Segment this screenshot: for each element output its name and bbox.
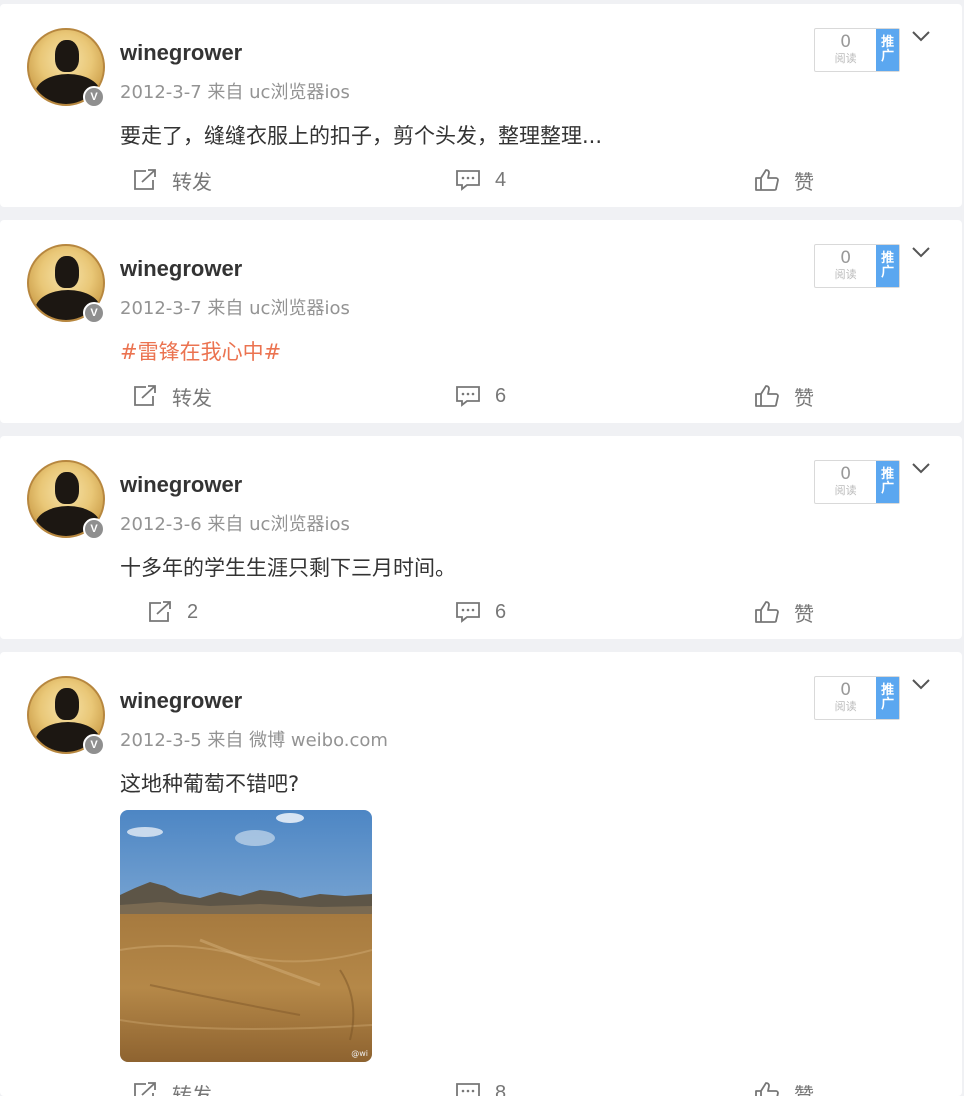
username[interactable]: winegrower: [120, 472, 242, 498]
landscape-photo: [120, 810, 372, 1062]
like-label: 赞: [794, 1084, 814, 1096]
comment-button[interactable]: 6: [455, 378, 506, 414]
comment-icon: [456, 1083, 480, 1096]
forward-label: 转发: [172, 387, 212, 410]
post-photo[interactable]: @wi: [120, 810, 372, 1062]
post-card: V winegrower 2012-3-6 来自 uc浏览器ios 十多年的学生…: [0, 436, 962, 639]
promote-label-top: 推: [881, 251, 895, 266]
read-count-box[interactable]: 0 阅读 推广: [814, 460, 900, 504]
forward-button[interactable]: 转发: [132, 378, 212, 414]
read-count: 0: [840, 32, 852, 52]
promote-label-bottom: 广: [881, 697, 895, 712]
read-label: 阅读: [834, 484, 857, 497]
promote-label-top: 推: [881, 467, 895, 482]
comment-count: 4: [495, 168, 507, 191]
post-actions: 转发 8 赞: [0, 1075, 962, 1096]
promote-label-bottom: 广: [881, 481, 895, 496]
promote-label-bottom: 广: [881, 49, 895, 64]
forward-label: 转发: [172, 171, 212, 194]
post-meta: 2012-3-7 来自 uc浏览器ios: [120, 82, 350, 103]
comment-button[interactable]: 4: [455, 162, 506, 198]
forward-icon: [149, 601, 171, 622]
comment-count: 6: [495, 384, 507, 407]
verified-badge-icon: V: [83, 302, 105, 324]
post-card: V winegrower 2012-3-5 来自 微博 weibo.com 这地…: [0, 652, 962, 1096]
forward-button[interactable]: 2: [147, 594, 198, 630]
post-meta: 2012-3-7 来自 uc浏览器ios: [120, 298, 350, 319]
promote-button[interactable]: 推广: [876, 677, 899, 719]
verified-badge-icon: V: [83, 734, 105, 756]
post-actions: 转发 6 赞: [0, 378, 962, 414]
forward-button[interactable]: 转发: [132, 162, 212, 198]
username[interactable]: winegrower: [120, 40, 242, 66]
forward-icon: [134, 1082, 156, 1096]
username[interactable]: winegrower: [120, 256, 242, 282]
comment-icon: [456, 170, 480, 191]
like-button[interactable]: 赞: [754, 162, 814, 198]
verified-badge-icon: V: [83, 86, 105, 108]
promote-label-top: 推: [881, 683, 895, 698]
verified-badge-icon: V: [83, 518, 105, 540]
like-button[interactable]: 赞: [754, 1075, 814, 1096]
post-text: 这地种葡萄不错吧?: [120, 772, 300, 796]
promote-label-top: 推: [881, 35, 895, 50]
comment-button[interactable]: 8: [455, 1075, 506, 1096]
thumbs-up-icon: [755, 385, 779, 407]
read-count: 0: [840, 680, 852, 700]
forward-button[interactable]: 转发: [132, 1075, 212, 1096]
username[interactable]: winegrower: [120, 688, 242, 714]
read-label: 阅读: [834, 268, 857, 281]
read-count: 0: [840, 464, 852, 484]
read-label: 阅读: [834, 700, 857, 713]
read-label: 阅读: [834, 52, 857, 65]
post-actions: 2 6 赞: [0, 594, 962, 630]
comment-button[interactable]: 6: [455, 594, 506, 630]
chevron-down-icon[interactable]: [910, 28, 932, 44]
forward-icon: [134, 169, 156, 190]
promote-button[interactable]: 推广: [876, 245, 899, 287]
post-meta: 2012-3-6 来自 uc浏览器ios: [120, 514, 350, 535]
like-label: 赞: [794, 603, 814, 626]
chevron-down-icon[interactable]: [910, 676, 932, 692]
like-button[interactable]: 赞: [754, 594, 814, 630]
post-actions: 转发 4 赞: [0, 162, 962, 198]
read-count-box[interactable]: 0 阅读 推广: [814, 244, 900, 288]
read-count-box[interactable]: 0 阅读 推广: [814, 676, 900, 720]
read-count-box[interactable]: 0 阅读 推广: [814, 28, 900, 72]
post-meta: 2012-3-5 来自 微博 weibo.com: [120, 730, 388, 751]
chevron-down-icon[interactable]: [910, 460, 932, 476]
like-label: 赞: [794, 171, 814, 194]
comment-count: 6: [495, 600, 507, 623]
like-button[interactable]: 赞: [754, 378, 814, 414]
comment-count: 8: [495, 1081, 507, 1096]
thumbs-up-icon: [755, 1082, 779, 1096]
promote-button[interactable]: 推广: [876, 461, 899, 503]
read-count: 0: [840, 248, 852, 268]
topic-link[interactable]: #雷锋在我心中#: [120, 336, 281, 366]
thumbs-up-icon: [755, 169, 779, 191]
post-card: V winegrower 2012-3-7 来自 uc浏览器ios 要走了，缝缝…: [0, 4, 962, 207]
forward-label: 转发: [172, 1084, 212, 1096]
promote-label-bottom: 广: [881, 265, 895, 280]
thumbs-up-icon: [755, 601, 779, 623]
post-text: 要走了，缝缝衣服上的扣子，剪个头发，整理整理...: [120, 124, 603, 148]
comment-icon: [456, 602, 480, 623]
image-watermark: @wi: [351, 1049, 368, 1058]
forward-icon: [134, 385, 156, 406]
post-text: 十多年的学生生涯只剩下三月时间。: [120, 556, 456, 580]
promote-button[interactable]: 推广: [876, 29, 899, 71]
comment-icon: [456, 386, 480, 407]
post-card: V winegrower 2012-3-7 来自 uc浏览器ios #雷锋在我心…: [0, 220, 962, 423]
like-label: 赞: [794, 387, 814, 410]
chevron-down-icon[interactable]: [910, 244, 932, 260]
forward-count: 2: [187, 600, 199, 623]
